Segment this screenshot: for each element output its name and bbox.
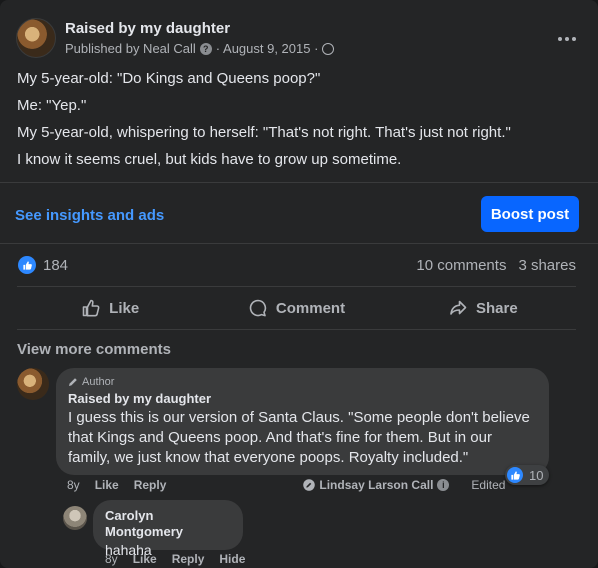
- boost-post-button[interactable]: Boost post: [481, 196, 579, 232]
- comment-time[interactable]: 8y: [67, 478, 80, 492]
- shares-count[interactable]: 3 shares: [518, 257, 576, 274]
- thumbs-up-icon: [82, 299, 100, 317]
- post-date[interactable]: · August 9, 2015 ·: [216, 41, 319, 56]
- comment-label: Comment: [275, 299, 346, 317]
- post-line: My 5-year-old, whispering to herself: "T…: [17, 124, 511, 141]
- post-line: Me: "Yep.": [17, 97, 87, 114]
- comment-text: I guess this is our version of Santa Cla…: [68, 409, 530, 466]
- like-label: Like: [109, 299, 140, 317]
- reply-like-button[interactable]: Like: [133, 552, 157, 566]
- like-count[interactable]: 184: [43, 257, 68, 274]
- more-icon[interactable]: [552, 24, 582, 54]
- reply-hide-button[interactable]: Hide: [219, 552, 245, 566]
- post-line: I know it seems cruel, but kids have to …: [17, 151, 402, 168]
- editor-name[interactable]: Lindsay Larson Call: [319, 478, 433, 492]
- comment-button[interactable]: Comment: [203, 287, 389, 329]
- globe-icon: [322, 42, 335, 55]
- published-by: Published by Neal Call: [65, 41, 196, 56]
- avatar[interactable]: [17, 368, 49, 400]
- avatar[interactable]: [63, 506, 87, 530]
- view-more-comments[interactable]: View more comments: [17, 341, 171, 358]
- comment-actions: 8y Like Reply Lindsay Larson Call i Edit…: [67, 477, 587, 493]
- see-insights-link[interactable]: See insights and ads: [15, 207, 164, 224]
- share-icon: [450, 300, 467, 315]
- reply-time[interactable]: 8y: [105, 552, 118, 566]
- reply-actions: 8y Like Reply Hide: [105, 552, 260, 566]
- info-icon[interactable]: ?: [199, 42, 212, 55]
- comments-count[interactable]: 10 comments: [416, 257, 506, 274]
- reply-bubble: Carolyn Montgomery hahaha: [93, 500, 243, 558]
- comment-bubble: Author Raised by my daughter I guess thi…: [56, 368, 549, 475]
- comment-icon: [249, 299, 267, 317]
- comment-author[interactable]: Raised by my daughter: [68, 391, 537, 407]
- post-card: Raised by my daughter Published by Neal …: [0, 0, 598, 568]
- page-avatar[interactable]: [16, 18, 56, 58]
- page-name[interactable]: Raised by my daughter: [65, 20, 230, 37]
- pencil-icon: [303, 479, 316, 491]
- info-icon[interactable]: i: [437, 479, 450, 491]
- action-bar: Like Comment Share: [17, 286, 576, 330]
- comment-like-button[interactable]: Like: [95, 478, 119, 492]
- reply-author[interactable]: Carolyn Montgomery: [105, 508, 231, 540]
- post-header: Raised by my daughter Published by Neal …: [16, 16, 582, 62]
- comment-reply-button[interactable]: Reply: [134, 478, 167, 492]
- like-icon: [18, 256, 36, 274]
- post-body: My 5-year-old: "Do Kings and Queens poop…: [17, 69, 583, 177]
- post-stats: 184 10 comments 3 shares: [18, 256, 576, 276]
- edited-label[interactable]: Edited: [471, 478, 505, 492]
- post-line: My 5-year-old: "Do Kings and Queens poop…: [17, 70, 321, 87]
- author-badge: Author: [68, 376, 537, 388]
- post-meta: Published by Neal Call ? · August 9, 201…: [65, 41, 335, 56]
- reply-reply-button[interactable]: Reply: [172, 552, 205, 566]
- insights-bar: See insights and ads Boost post: [0, 182, 598, 244]
- pencil-icon: [69, 378, 77, 386]
- edited-by: Lindsay Larson Call i Edited: [303, 478, 505, 492]
- share-button[interactable]: Share: [390, 287, 576, 329]
- share-label: Share: [475, 299, 518, 317]
- like-button[interactable]: Like: [17, 287, 203, 329]
